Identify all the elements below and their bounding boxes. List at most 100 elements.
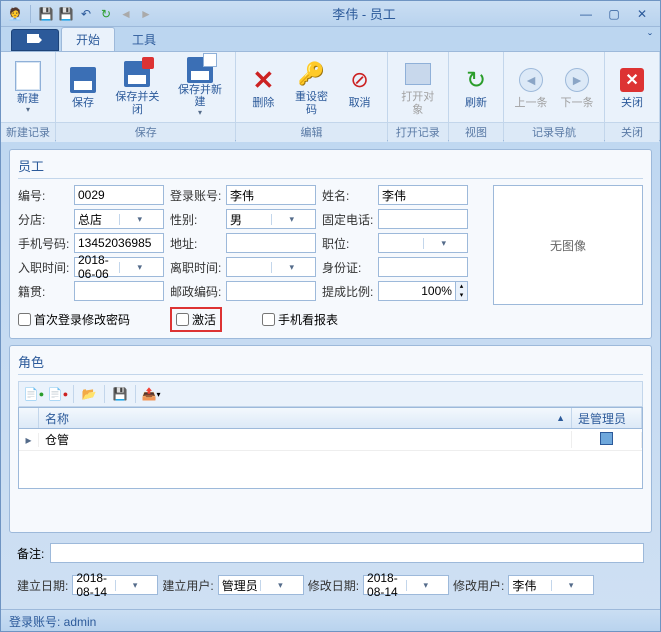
- label-postcode: 邮政编码:: [170, 283, 220, 300]
- gender-combo[interactable]: 男▾: [226, 209, 316, 229]
- name-input[interactable]: [378, 185, 468, 205]
- label-leave-date: 离职时间:: [170, 259, 220, 276]
- label-address: 地址:: [170, 235, 220, 252]
- save-new-button[interactable]: 保存并新建▾: [169, 54, 232, 120]
- role-panel: 角色 📄● 📄● 📂 💾 📤▾ 名称▲ 是管理员 ▸ 仓管: [9, 345, 652, 533]
- group-label-new: 新建记录: [1, 122, 55, 142]
- address-input[interactable]: [226, 233, 316, 253]
- minimize-button[interactable]: —: [574, 5, 598, 23]
- group-label-edit: 编辑: [236, 122, 386, 142]
- status-bar: 登录账号: admin: [1, 609, 660, 631]
- row-indicator-icon: ▸: [19, 433, 39, 447]
- label-phone-fixed: 固定电话:: [322, 211, 372, 228]
- commission-spinner[interactable]: ▴▾: [378, 281, 468, 301]
- group-label-nav: 记录导航: [504, 122, 604, 142]
- role-grid-body: ▸ 仓管: [18, 429, 643, 489]
- role-remove-button[interactable]: 📄●: [47, 384, 69, 404]
- ribbon-tabs: 开始 工具 ˇ: [1, 27, 660, 51]
- open-object-button[interactable]: 打开对象: [392, 54, 444, 120]
- employee-panel: 员工 编号: 登录账号: 姓名: 分店: 总店▾ 性别: 男▾ 固定电话:: [9, 149, 652, 339]
- table-row[interactable]: ▸ 仓管: [19, 429, 642, 451]
- employee-panel-title: 员工: [18, 156, 643, 179]
- remark-label: 备注:: [17, 545, 44, 562]
- tab-start[interactable]: 开始: [61, 27, 115, 51]
- create-date-combo[interactable]: 2018-08-14▾: [72, 575, 158, 595]
- tab-tools[interactable]: 工具: [117, 27, 171, 51]
- role-open-button[interactable]: 📂: [78, 384, 100, 404]
- ribbon: 新建▾ 新建记录 保存 保存并关闭 保存并新建▾ 保存 ✕删除 🔑重设密码 ⊘取…: [1, 51, 660, 141]
- label-gender: 性别:: [170, 211, 220, 228]
- role-add-button[interactable]: 📄●: [23, 384, 45, 404]
- label-idcard: 身份证:: [322, 259, 372, 276]
- group-label-view: 视图: [449, 122, 503, 142]
- position-combo[interactable]: ▾: [378, 233, 468, 253]
- role-admin-cell[interactable]: [572, 432, 642, 448]
- create-user-label: 建立用户:: [162, 577, 213, 594]
- remark-input[interactable]: [50, 543, 644, 563]
- sort-asc-icon: ▲: [556, 413, 565, 423]
- modify-user-combo[interactable]: 李伟▾: [508, 575, 594, 595]
- remark-row: 备注:: [9, 539, 652, 567]
- group-label-open: 打开记录: [388, 122, 448, 142]
- hire-date-combo[interactable]: 2018-06-06▾: [74, 257, 164, 277]
- label-hometown: 籍贯:: [18, 283, 68, 300]
- first-login-checkbox[interactable]: 首次登录修改密码: [18, 311, 130, 328]
- code-input[interactable]: [74, 185, 164, 205]
- col-name[interactable]: 名称▲: [39, 408, 572, 428]
- next-record-button[interactable]: ►下一条: [554, 54, 600, 120]
- modify-date-label: 修改日期:: [308, 577, 359, 594]
- label-position: 职位:: [322, 235, 372, 252]
- new-button[interactable]: 新建▾: [5, 54, 51, 120]
- login-input[interactable]: [226, 185, 316, 205]
- role-grid-header: 名称▲ 是管理员: [18, 407, 643, 429]
- save-button[interactable]: 保存: [60, 54, 106, 120]
- phone-fixed-input[interactable]: [378, 209, 468, 229]
- delete-button[interactable]: ✕删除: [240, 54, 286, 120]
- reset-password-button[interactable]: 🔑重设密码: [286, 54, 336, 120]
- group-label-close: 关闭: [605, 122, 659, 142]
- app-icon: 🧑‍💼: [7, 6, 23, 22]
- qat-prev-icon[interactable]: ◄: [118, 6, 134, 22]
- hometown-input[interactable]: [74, 281, 164, 301]
- prev-record-button[interactable]: ◄上一条: [508, 54, 554, 120]
- window-title: 李伟 - 员工: [158, 4, 570, 23]
- role-export-button[interactable]: 📤▾: [140, 384, 162, 404]
- qat-next-icon[interactable]: ►: [138, 6, 154, 22]
- meta-row: 建立日期: 2018-08-14▾ 建立用户: 管理员▾ 修改日期: 2018-…: [9, 573, 652, 601]
- modify-date-combo[interactable]: 2018-08-14▾: [363, 575, 449, 595]
- role-save-button[interactable]: 💾: [109, 384, 131, 404]
- label-store: 分店:: [18, 211, 68, 228]
- qat-saveclose-icon[interactable]: 💾: [58, 6, 74, 22]
- role-name-cell: 仓管: [39, 431, 572, 448]
- label-login: 登录账号:: [170, 187, 220, 204]
- label-code: 编号:: [18, 187, 68, 204]
- create-user-combo[interactable]: 管理员▾: [218, 575, 304, 595]
- store-combo[interactable]: 总店▾: [74, 209, 164, 229]
- modify-user-label: 修改用户:: [453, 577, 504, 594]
- close-window-button[interactable]: ✕: [630, 5, 654, 23]
- employee-image-box[interactable]: 无图像: [493, 185, 643, 305]
- create-date-label: 建立日期:: [17, 577, 68, 594]
- leave-date-combo[interactable]: ▾: [226, 257, 316, 277]
- save-close-button[interactable]: 保存并关闭: [106, 54, 169, 120]
- col-isadmin[interactable]: 是管理员: [572, 408, 642, 428]
- mobile-input[interactable]: [74, 233, 164, 253]
- postcode-input[interactable]: [226, 281, 316, 301]
- close-record-button[interactable]: ✕关闭: [609, 54, 655, 120]
- maximize-button[interactable]: ▢: [602, 5, 626, 23]
- label-hire-date: 入职时间:: [18, 259, 68, 276]
- label-mobile: 手机号码:: [18, 235, 68, 252]
- group-label-save: 保存: [56, 122, 235, 142]
- qat-save-icon[interactable]: 💾: [38, 6, 54, 22]
- label-commission: 提成比例:: [322, 283, 372, 300]
- role-panel-title: 角色: [18, 352, 643, 375]
- idcard-input[interactable]: [378, 257, 468, 277]
- activate-checkbox[interactable]: 激活: [170, 307, 222, 332]
- refresh-button[interactable]: ↻刷新: [453, 54, 499, 120]
- qat-refresh-icon[interactable]: ↻: [98, 6, 114, 22]
- ribbon-collapse-icon[interactable]: ˇ: [648, 31, 652, 45]
- qat-undo-icon[interactable]: ↶: [78, 6, 94, 22]
- cancel-button[interactable]: ⊘取消: [337, 54, 383, 120]
- mobile-report-checkbox[interactable]: 手机看报表: [262, 311, 338, 328]
- app-menu-button[interactable]: [11, 29, 59, 51]
